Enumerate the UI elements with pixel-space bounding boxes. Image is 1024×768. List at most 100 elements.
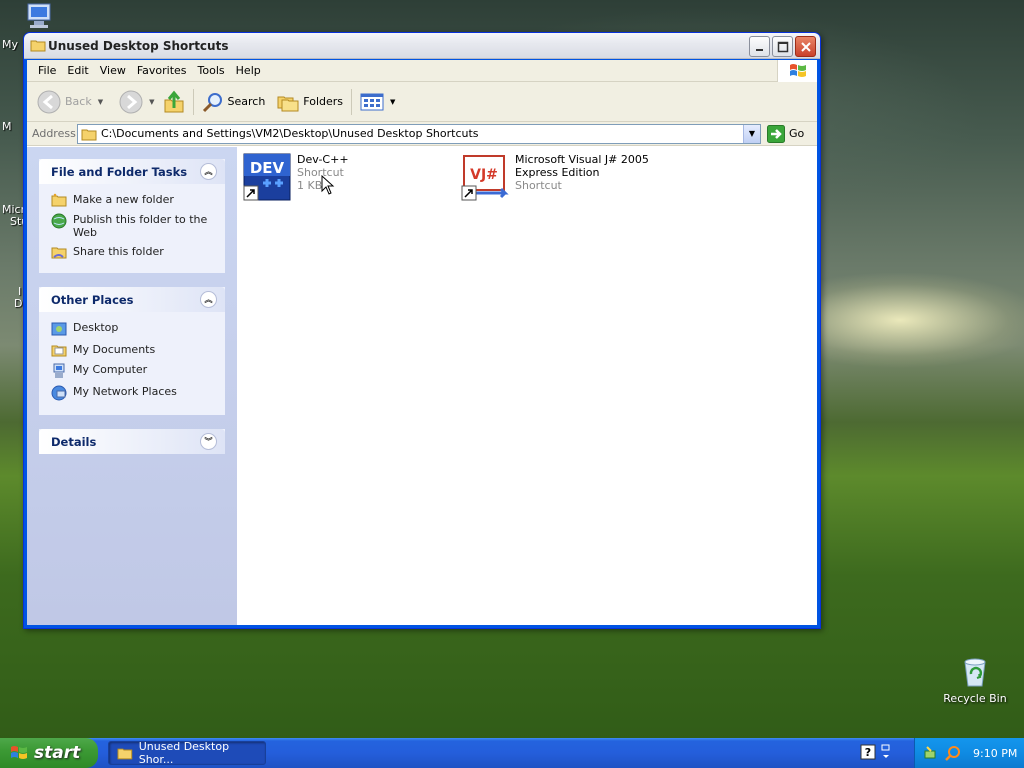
taskbar-window-button[interactable]: Unused Desktop Shor... [108, 740, 266, 766]
close-icon [800, 41, 811, 52]
folder-icon [117, 748, 133, 760]
up-folder-button[interactable] [159, 88, 189, 116]
back-button[interactable]: Back ▼ [33, 88, 107, 116]
menu-edit[interactable]: Edit [62, 62, 94, 79]
search-tray-icon[interactable] [945, 745, 961, 761]
toolbar-separator [192, 88, 194, 115]
go-button[interactable]: Go [767, 124, 805, 143]
my-computer-desktop-icon[interactable] [24, 2, 54, 30]
system-tray: 9:10 PM [914, 738, 1024, 768]
desktop-label-my-computer[interactable]: My [2, 38, 24, 51]
expand-chevron-icon[interactable]: ︾ [200, 433, 217, 450]
help-icon[interactable]: ? [860, 744, 876, 760]
clock[interactable]: 9:10 PM [973, 747, 1017, 760]
desktop-label-2[interactable]: M [2, 120, 24, 133]
maximize-button[interactable] [772, 36, 793, 57]
address-dropdown-button[interactable]: ▼ [743, 124, 760, 143]
taskbar: start Unused Desktop Shor... ? 9:10 PM [0, 738, 1024, 768]
visual-jsharp-icon-text: VJ# [470, 167, 498, 183]
mouse-cursor-icon [321, 175, 335, 195]
go-arrow-icon [767, 124, 785, 143]
my-computer-icon [53, 363, 65, 378]
address-bar: Address C:\Documents and Settings\VM2\De… [27, 122, 817, 146]
minimize-button[interactable] [749, 36, 770, 57]
svg-text:?: ? [865, 746, 871, 759]
globe-icon [51, 213, 67, 229]
recycle-bin-label: Recycle Bin [943, 692, 1007, 705]
explorer-window: Unused Desktop Shortcuts File Edit View … [23, 32, 821, 629]
main-content: File and Folder Tasks ︽ Make a new folde… [27, 147, 817, 625]
desktop-icon [51, 322, 67, 336]
my-documents-icon [51, 345, 67, 357]
panel-title: Details [51, 434, 97, 449]
recycle-bin-desktop-icon[interactable]: Recycle Bin [940, 656, 1010, 705]
desktop-link[interactable]: Desktop [51, 321, 215, 337]
my-network-places-link[interactable]: My Network Places [51, 385, 215, 401]
collapse-chevron-icon[interactable]: ︽ [200, 163, 217, 180]
recycle-bin-icon [964, 658, 986, 687]
menu-favorites[interactable]: Favorites [132, 62, 193, 79]
make-new-folder-link[interactable]: Make a new folder [51, 193, 215, 207]
visual-jsharp-icon: VJ# [461, 155, 509, 201]
minimize-icon [755, 48, 763, 51]
close-button[interactable] [795, 36, 816, 57]
maximize-icon [777, 41, 788, 52]
file-item-visual-jsharp[interactable]: VJ# Microsoft Visual J# 2005 Express Edi… [461, 153, 685, 201]
standard-toolbar: Back ▼ ▼ Search Folders ▼ [27, 82, 817, 122]
publish-folder-web-link[interactable]: Publish this folder to the Web [51, 213, 215, 239]
window-body: File Edit View Favorites Tools Help Back… [27, 60, 817, 625]
file-folder-tasks-header[interactable]: File and Folder Tasks ︽ [39, 159, 225, 184]
details-header[interactable]: Details ︾ [39, 429, 225, 454]
start-label: start [34, 743, 81, 763]
views-icon [360, 93, 384, 110]
file-list: DEV Dev-C++ Shortcut 1 KB VJ# Microsoft … [237, 147, 817, 625]
other-places-header[interactable]: Other Places ︽ [39, 287, 225, 312]
devcpp-icon: DEV [243, 153, 291, 201]
details-panel: Details ︾ [39, 429, 225, 454]
menu-help[interactable]: Help [231, 62, 267, 79]
file-name: Microsoft Visual J# 2005 Express Edition [515, 153, 649, 179]
address-label: Address [32, 127, 76, 140]
forward-button[interactable]: ▼ [115, 88, 158, 116]
share-folder-icon [51, 247, 67, 259]
menu-bar: File Edit View Favorites Tools Help [27, 60, 817, 82]
devcpp-icon-text: DEV [250, 159, 285, 177]
network-tray-icon[interactable] [923, 745, 939, 761]
my-documents-link[interactable]: My Documents [51, 343, 215, 357]
my-computer-link[interactable]: My Computer [51, 363, 215, 379]
views-button[interactable]: ▼ [356, 90, 399, 114]
panel-title: File and Folder Tasks [51, 164, 188, 179]
title-bar[interactable]: Unused Desktop Shortcuts [24, 33, 820, 59]
file-type: Shortcut [515, 179, 562, 192]
menu-file[interactable]: File [33, 62, 62, 79]
go-label: Go [789, 127, 805, 140]
back-arrow-icon [37, 90, 61, 113]
restore-langbar-icon[interactable] [880, 743, 892, 761]
chevron-down-icon[interactable]: ▼ [98, 98, 103, 106]
up-folder-icon [164, 90, 183, 112]
address-path: C:\Documents and Settings\VM2\Desktop\Un… [101, 127, 479, 140]
share-folder-link[interactable]: Share this folder [51, 245, 215, 259]
back-label: Back [65, 95, 92, 108]
language-bar[interactable]: ? [860, 743, 892, 761]
other-places-panel: Other Places ︽ Desktop My Documents My C… [39, 287, 225, 415]
chevron-down-icon[interactable]: ▼ [149, 98, 154, 106]
search-label: Search [227, 95, 266, 108]
search-icon [202, 92, 222, 112]
menu-view[interactable]: View [95, 62, 132, 79]
search-button[interactable]: Search [198, 89, 270, 115]
forward-arrow-icon [119, 90, 143, 113]
panel-title: Other Places [51, 292, 134, 307]
taskbar-window-label: Unused Desktop Shor... [138, 740, 230, 766]
folder-icon [81, 129, 97, 140]
new-folder-icon [51, 193, 67, 207]
menu-tools[interactable]: Tools [193, 62, 231, 79]
folder-icon [30, 38, 46, 55]
collapse-chevron-icon[interactable]: ︽ [200, 291, 217, 308]
file-name: Dev-C++ [297, 153, 349, 166]
windows-logo-icon [777, 60, 817, 82]
folders-button[interactable]: Folders [273, 90, 347, 114]
start-button[interactable]: start [0, 738, 98, 768]
folders-icon [277, 96, 299, 111]
address-input[interactable]: C:\Documents and Settings\VM2\Desktop\Un… [77, 123, 761, 144]
